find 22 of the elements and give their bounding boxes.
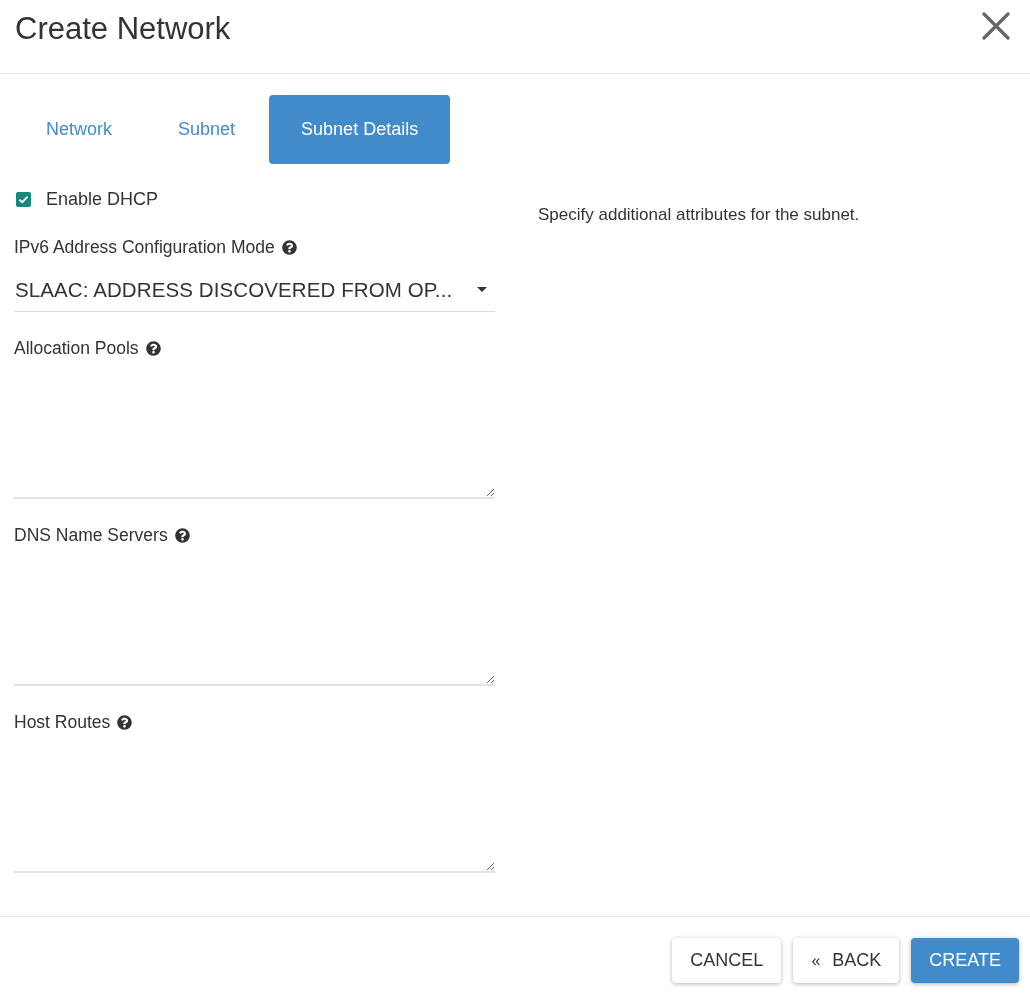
help-icon[interactable] — [117, 714, 133, 730]
help-icon[interactable] — [174, 527, 190, 543]
tab[interactable]: Subnet — [146, 95, 268, 164]
help-text: Specify additional attributes for the subnet. — [538, 204, 861, 226]
cancel-button[interactable]: CANCEL — [672, 938, 782, 983]
field-label: DNS Name Servers — [14, 524, 168, 546]
help-icon[interactable] — [281, 239, 297, 255]
dhcp-checkbox[interactable] — [16, 191, 31, 207]
caret-icon — [477, 287, 487, 292]
close-button[interactable] — [982, 11, 1010, 40]
create-button[interactable]: CREATE — [911, 938, 1019, 983]
field-label: Allocation Pools — [14, 337, 139, 359]
field-label: IPv6 Address Configuration Mode — [14, 236, 275, 258]
field-label: Host Routes — [14, 711, 111, 733]
tab[interactable]: Network — [14, 95, 144, 164]
tab[interactable]: Subnet Details — [269, 95, 451, 164]
close-icon — [982, 11, 1010, 40]
dialog-title: Create Network — [15, 9, 231, 48]
checkbox-label: Enable DHCP — [46, 188, 159, 210]
back-button[interactable]: « BACK — [793, 938, 900, 983]
mode-select[interactable]: SLAAC: ADDRESS DISCOVERED FROM OP... — [14, 268, 495, 312]
help-icon[interactable] — [145, 340, 161, 356]
